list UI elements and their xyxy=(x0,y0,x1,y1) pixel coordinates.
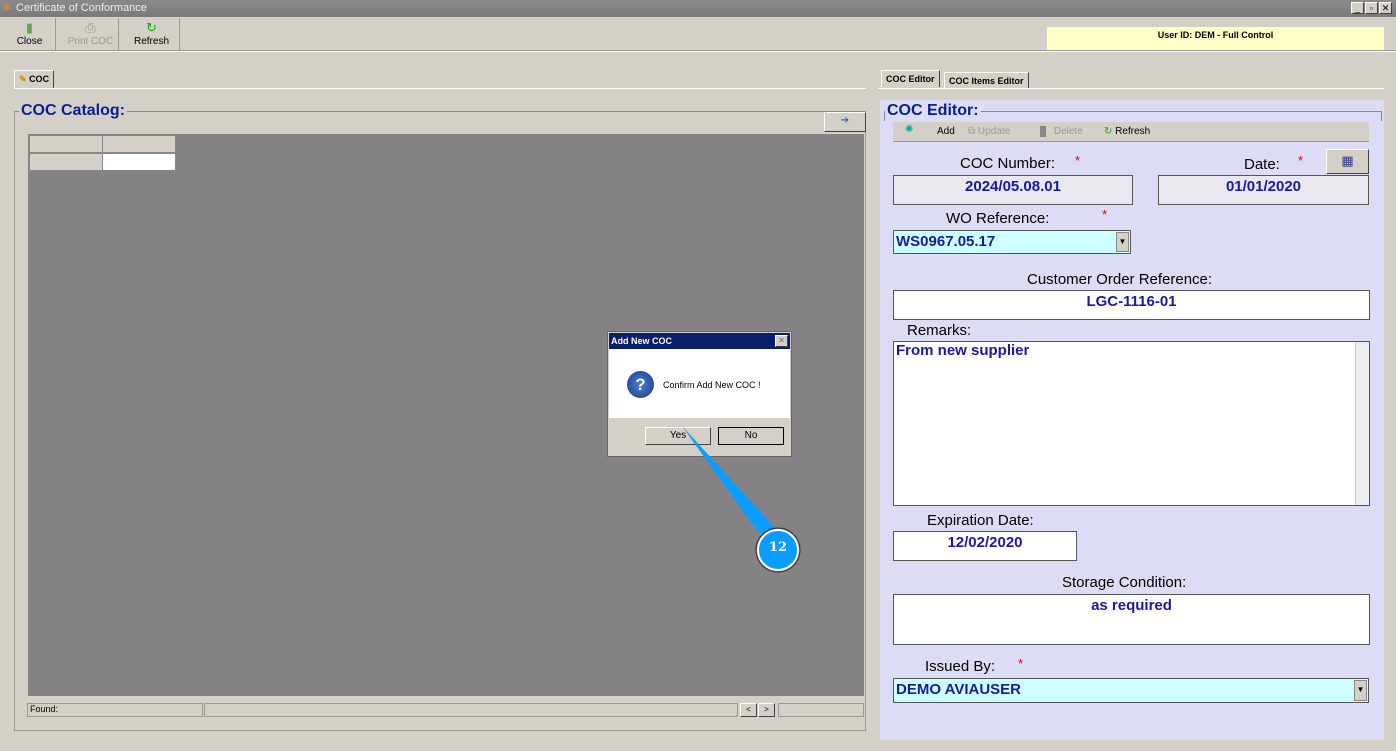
required-marker: * xyxy=(1102,207,1108,222)
required-marker: * xyxy=(1075,153,1081,168)
close-label: Close xyxy=(16,36,43,47)
divider xyxy=(0,50,1396,52)
issued-value: DEMO AVIAUSER xyxy=(896,681,1022,698)
issued-by-select[interactable]: DEMO AVIAUSER ▼ xyxy=(893,678,1369,703)
close-window-button[interactable]: ✕ xyxy=(1379,2,1392,14)
refresh-icon: ↻ xyxy=(1104,126,1113,137)
storage-condition-label: Storage Condition: xyxy=(1062,574,1187,591)
callout-pointer xyxy=(682,426,801,573)
wo-reference-label: WO Reference: xyxy=(946,210,1050,227)
print-coc-button[interactable]: ⎙ Print COC xyxy=(63,18,119,50)
add-button[interactable]: Add xyxy=(937,126,955,137)
grid-cell[interactable] xyxy=(102,153,176,171)
dialog-title: Add New COC xyxy=(609,333,790,349)
arrow-right-button[interactable]: ➔ xyxy=(824,112,866,132)
title-bar: ✱ Certificate of Conformance xyxy=(0,0,1396,17)
tab-coc[interactable]: ✎ COC xyxy=(14,70,55,88)
wo-reference-select[interactable]: WS0967.05.17 ▼ xyxy=(893,230,1131,254)
coc-number-label: COC Number: xyxy=(960,155,1056,172)
minimize-button[interactable]: _ xyxy=(1351,2,1364,14)
date-label: Date: xyxy=(1244,156,1280,173)
grid-header-cell xyxy=(102,135,176,153)
remarks-label: Remarks: xyxy=(907,322,972,339)
door-icon: ▮ xyxy=(25,20,34,35)
printer-icon: ⎙ xyxy=(85,20,96,35)
prev-button[interactable]: < xyxy=(740,703,757,717)
tab-label: COC xyxy=(29,74,50,84)
expiration-date-field[interactable]: 12/02/2020 xyxy=(893,531,1077,561)
refresh-button[interactable]: ↻ Refresh xyxy=(124,18,180,50)
tab-line xyxy=(14,88,866,89)
customer-order-field[interactable]: LGC-1116-01 xyxy=(893,290,1370,320)
date-field[interactable]: 01/01/2020 xyxy=(1158,175,1369,205)
dialog-message: Confirm Add New COC ! xyxy=(663,380,761,390)
note-icon: ✎ xyxy=(19,74,27,84)
tab-coc-editor[interactable]: COC Editor xyxy=(881,70,940,87)
chevron-down-icon[interactable]: ▼ xyxy=(1116,232,1129,252)
status-panel xyxy=(778,703,864,717)
add-icon: ✺ xyxy=(905,124,914,135)
catalog-title: COC Catalog: xyxy=(19,102,127,120)
update-label: Update xyxy=(977,126,1011,137)
status-panel xyxy=(204,703,738,717)
maximize-button[interactable]: ▫ xyxy=(1365,2,1378,14)
remarks-value: From new supplier xyxy=(896,342,1030,359)
remarks-textarea[interactable]: From new supplier xyxy=(893,341,1370,506)
chevron-down-icon[interactable]: ▼ xyxy=(1354,680,1367,701)
required-marker: * xyxy=(1298,153,1304,168)
callout-number: 12 xyxy=(768,540,788,555)
close-button[interactable]: ▮ Close xyxy=(4,18,56,50)
calendar-icon: ▦ xyxy=(1341,153,1354,168)
found-status: Found: xyxy=(27,703,203,717)
update-button[interactable]: ⧉ Update xyxy=(968,126,1010,137)
refresh-icon: ↻ xyxy=(146,20,157,35)
tab-coc-items-editor[interactable]: COC Items Editor xyxy=(944,72,1029,89)
storage-condition-field[interactable]: as required xyxy=(893,594,1370,645)
tab-line xyxy=(878,88,1384,89)
update-icon: ⧉ xyxy=(968,126,976,137)
next-button[interactable]: > xyxy=(758,703,775,717)
issued-by-label: Issued By: xyxy=(925,658,996,675)
grid-row-header xyxy=(29,153,103,171)
editor-refresh-label: Refresh xyxy=(1115,126,1151,137)
window-title: Certificate of Conformance xyxy=(16,2,147,14)
wo-value: WS0967.05.17 xyxy=(896,233,996,250)
required-marker: * xyxy=(1018,656,1024,671)
print-label: Print COC xyxy=(67,36,114,47)
question-icon: ? xyxy=(627,371,654,398)
dialog-close-button[interactable]: ✕ xyxy=(775,335,788,347)
remarks-scrollbar[interactable] xyxy=(1355,342,1369,505)
grid-header-cell xyxy=(29,135,103,153)
editor-refresh-button[interactable]: ↻ Refresh xyxy=(1104,126,1150,137)
editor-title: COC Editor: xyxy=(885,102,981,120)
delete-icon: ▮ xyxy=(1040,126,1046,137)
app-icon: ✱ xyxy=(2,2,12,14)
expiration-date-label: Expiration Date: xyxy=(927,512,1034,529)
delete-button[interactable]: ▮ Delete xyxy=(1040,126,1083,137)
calendar-button[interactable]: ▦ xyxy=(1326,149,1369,174)
refresh-label: Refresh xyxy=(133,36,169,47)
callout-tail xyxy=(682,426,788,542)
delete-label: Delete xyxy=(1053,126,1083,137)
customer-order-label: Customer Order Reference: xyxy=(1027,271,1213,288)
coc-number-field[interactable]: 2024/05.08.01 xyxy=(893,175,1133,205)
user-info: User ID: DEM - Full Control xyxy=(1047,27,1384,50)
